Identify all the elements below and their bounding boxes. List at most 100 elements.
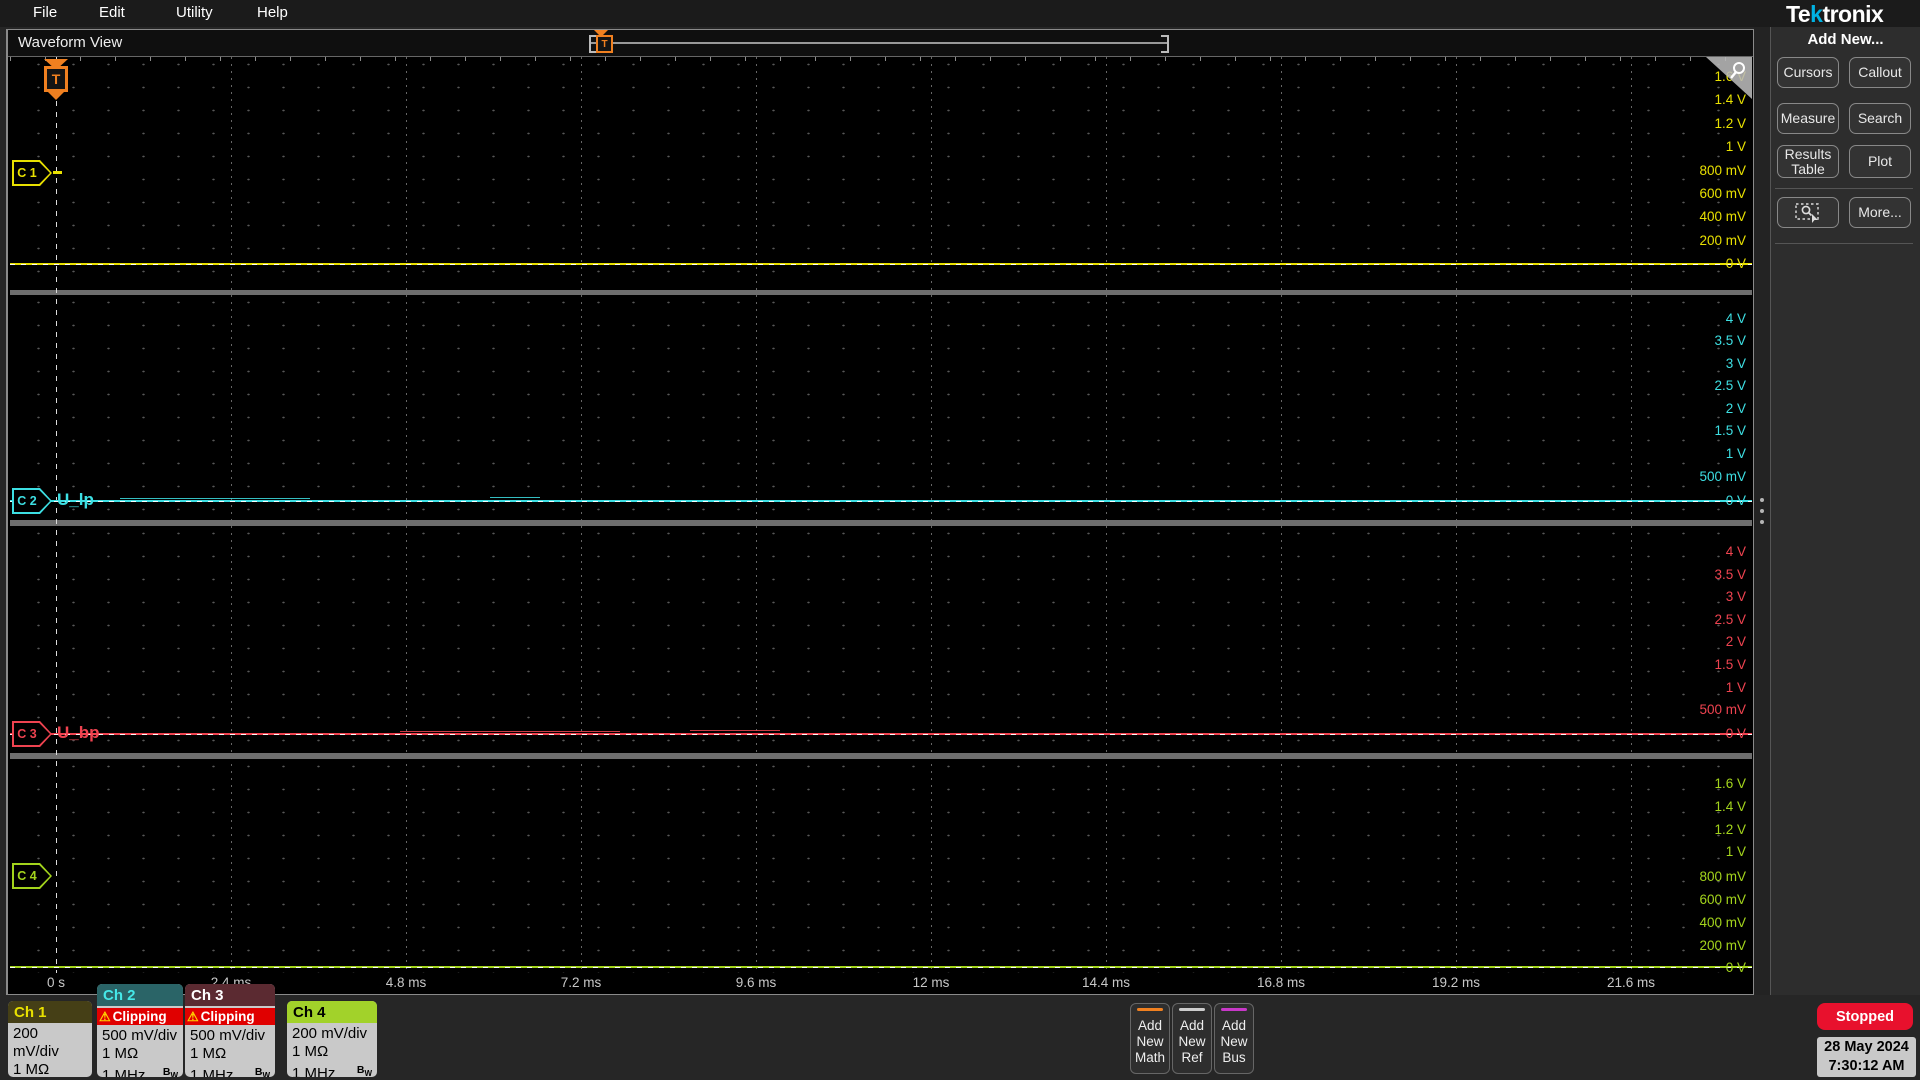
- menu-utility[interactable]: Utility: [176, 4, 213, 21]
- time-tick-label: 21.6 ms: [1606, 975, 1656, 990]
- tektronix-logo: Tektronix: [1786, 1, 1884, 27]
- ch4-card-body: 200 mV/div 1 MΩ 1 MHz BW: [287, 1023, 377, 1077]
- gridline: [1281, 57, 1282, 973]
- trace-noise: [120, 498, 310, 499]
- add-new-bus-button[interactable]: Add New Bus: [1214, 1003, 1254, 1074]
- ch4-vdiv: 200 mV/div: [292, 1025, 368, 1042]
- oscilloscope-screen: File Edit Utility Help Tektronix Wavefor…: [0, 0, 1920, 1080]
- ch1-impedance: 1 MΩ: [13, 1061, 50, 1077]
- ref-color-strip: [1179, 1008, 1205, 1011]
- menu-edit[interactable]: Edit: [99, 4, 125, 21]
- trigger-position-marker[interactable]: T: [43, 59, 69, 100]
- ch2-clipping-banner: ⚠ Clipping: [97, 1006, 183, 1025]
- zoom-select-icon: [1795, 202, 1819, 223]
- trace-noise: [400, 731, 620, 732]
- zoom-select-button[interactable]: [1777, 197, 1839, 228]
- label-line: Add: [1179, 1018, 1205, 1033]
- badge-label: C 4: [17, 869, 37, 883]
- scale-label: 2 V: [1725, 634, 1746, 649]
- search-button[interactable]: Search: [1849, 103, 1911, 134]
- gridline: [931, 57, 932, 973]
- more-button[interactable]: More...: [1849, 197, 1911, 228]
- scale-label: 3 V: [1725, 356, 1746, 371]
- gridline: [756, 57, 757, 973]
- ch4-impedance: 1 MΩ: [292, 1043, 329, 1060]
- waveform-view-panel: Waveform View T T C 1 C 2 U_lp C 3 U_bp …: [6, 29, 1754, 995]
- channel-badge-c4[interactable]: C 4: [12, 863, 52, 889]
- gridline: [581, 57, 582, 973]
- overview-right-bracket[interactable]: [1161, 35, 1169, 53]
- scale-label: 400 mV: [1699, 915, 1746, 930]
- scale-label: 600 mV: [1699, 186, 1746, 201]
- grid-slice-ch2: [10, 295, 1752, 520]
- label-line: New: [1136, 1034, 1164, 1049]
- splitter-dot: [1760, 509, 1764, 513]
- scale-label: 200 mV: [1699, 233, 1746, 248]
- grid-slice-ch4: [10, 759, 1752, 973]
- channel-badge-c3[interactable]: C 3: [12, 721, 52, 747]
- time-tick-label: 12 ms: [912, 975, 950, 990]
- date: 28 May 2024: [1824, 1039, 1909, 1055]
- label-line: Add: [1137, 1018, 1163, 1033]
- ch2-waveform-label: U_lp: [57, 490, 94, 509]
- gridline: [231, 57, 232, 973]
- overview-trigger-t-icon[interactable]: T: [596, 35, 613, 53]
- scale-label: 0 V: [1725, 960, 1746, 973]
- scale-label: 4 V: [1725, 544, 1746, 559]
- callout-button[interactable]: Callout: [1849, 57, 1911, 88]
- scale-label: 1.4 V: [1714, 799, 1746, 814]
- scale-label: 0 V: [1725, 493, 1746, 508]
- trace-noise: [690, 730, 780, 731]
- scale-label: 1.6 V: [1714, 776, 1746, 791]
- ch2-bandwidth: 1 MHz: [102, 1067, 146, 1077]
- plot-button[interactable]: Plot: [1849, 145, 1911, 178]
- add-new-math-button[interactable]: Add New Math: [1130, 1003, 1170, 1074]
- magnifier-icon: [1730, 62, 1745, 79]
- waveform-view-titlebar: Waveform View T: [8, 30, 1753, 57]
- time-tick-label: 0 s: [46, 975, 66, 990]
- ch2-impedance: 1 MΩ: [102, 1045, 139, 1062]
- scale-label: 2.5 V: [1714, 378, 1746, 393]
- run-state-badge[interactable]: Stopped: [1817, 1003, 1913, 1030]
- sidebar-separator: [1775, 188, 1913, 189]
- scale-label: 500 mV: [1699, 702, 1746, 717]
- ground-line-ch1: [10, 264, 1752, 265]
- math-color-strip: [1137, 1008, 1163, 1011]
- ground-line-ch2: [10, 501, 1752, 502]
- scale-label: 800 mV: [1699, 163, 1746, 178]
- scale-label: 400 mV: [1699, 209, 1746, 224]
- ch1-vdiv: 200 mV/div: [13, 1025, 59, 1060]
- ch1-card-body: 200 mV/div 1 MΩ 1 MHz BW: [8, 1023, 92, 1077]
- waveform-plot-area: T C 1 C 2 U_lp C 3 U_bp C 4 1.4 V 1.2 V …: [10, 57, 1752, 973]
- measure-button[interactable]: Measure: [1777, 103, 1839, 134]
- menu-file[interactable]: File: [33, 4, 57, 21]
- scale-label: 1 V: [1725, 446, 1746, 461]
- gridline: [406, 57, 407, 973]
- ch3-settings-card[interactable]: Ch 3 ⚠ Clipping 500 mV/div 1 MΩ 1 MHz BW: [185, 984, 275, 1077]
- menu-help[interactable]: Help: [257, 4, 288, 21]
- add-new-ref-button[interactable]: Add New Ref: [1172, 1003, 1212, 1074]
- time: 7:30:12 AM: [1828, 1058, 1905, 1074]
- results-table-button[interactable]: Results Table: [1777, 145, 1839, 178]
- ch1-level-tick: [53, 171, 62, 174]
- ch3-vdiv: 500 mV/div: [190, 1027, 266, 1044]
- scale-label: 600 mV: [1699, 892, 1746, 907]
- label-line: Add: [1221, 1018, 1247, 1033]
- slice-separator: [10, 753, 1752, 759]
- scale-label: 3.5 V: [1714, 567, 1746, 582]
- ch1-card-header: Ch 1: [8, 1001, 92, 1023]
- time-tick-label: 7.2 ms: [560, 975, 602, 990]
- channel-badge-c1[interactable]: C 1: [12, 160, 52, 186]
- waveform-view-title: Waveform View: [18, 34, 123, 51]
- ch1-settings-card[interactable]: Ch 1 200 mV/div 1 MΩ 1 MHz BW: [8, 1001, 92, 1077]
- channel-badge-c2[interactable]: C 2: [12, 488, 52, 514]
- gridline: [1631, 57, 1632, 973]
- scale-label: 1 V: [1725, 139, 1746, 154]
- badge-label: C 2: [17, 494, 37, 508]
- panel-splitter[interactable]: [1754, 27, 1770, 995]
- ch4-settings-card[interactable]: Ch 4 200 mV/div 1 MΩ 1 MHz BW: [287, 1001, 377, 1077]
- cursors-button[interactable]: Cursors: [1777, 57, 1839, 88]
- ch2-settings-card[interactable]: Ch 2 ⚠ Clipping 500 mV/div 1 MΩ 1 MHz BW: [97, 984, 183, 1077]
- scale-label: 2.5 V: [1714, 612, 1746, 627]
- bus-color-strip: [1221, 1008, 1247, 1011]
